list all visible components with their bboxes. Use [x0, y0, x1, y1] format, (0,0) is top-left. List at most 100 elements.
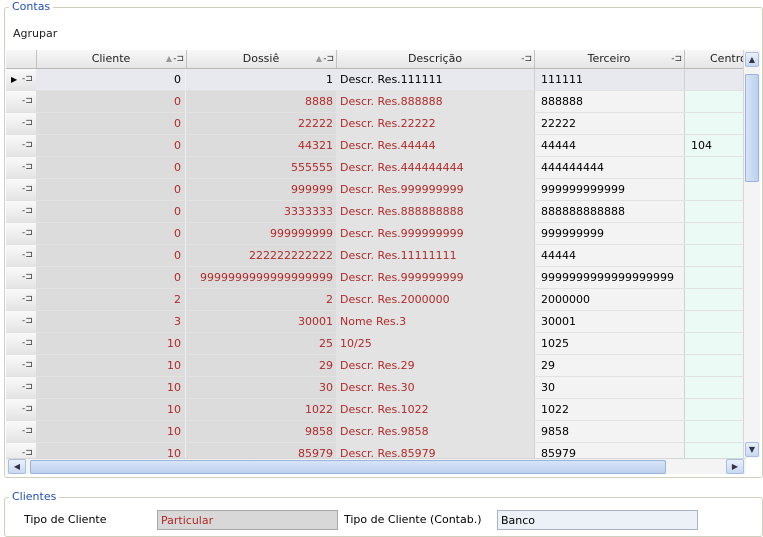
horizontal-scroll-thumb[interactable] — [30, 460, 666, 474]
table-row[interactable]: -⊐ 0 22222 Descr. Res.22222 22222 — [6, 113, 746, 135]
row-pin-icon[interactable]: -⊐ — [22, 355, 33, 376]
cell-centro[interactable] — [684, 69, 746, 90]
cell-centro[interactable] — [684, 311, 746, 332]
tipo-cliente-field[interactable]: Particular — [157, 510, 338, 530]
cell-terceiro[interactable]: 30001 — [534, 311, 684, 332]
table-row[interactable]: -⊐ 0 8888 Descr. Res.888888 888888 — [6, 91, 746, 113]
scroll-left-button[interactable]: ◀ — [8, 459, 26, 474]
horizontal-scrollbar[interactable]: ◀ ▶ — [6, 458, 746, 474]
row-selector[interactable]: -⊐ — [6, 421, 37, 442]
pin-icon[interactable]: -⊐ — [323, 50, 334, 68]
cell-cliente[interactable]: 10 — [36, 355, 186, 376]
row-pin-icon[interactable]: -⊐ — [22, 223, 33, 244]
column-header-terceiro[interactable]: Terceiro -⊐ — [534, 50, 685, 68]
cell-cliente[interactable]: 0 — [36, 113, 186, 134]
cell-terceiro[interactable]: 44444 — [534, 245, 684, 266]
cell-dossie[interactable]: 3333333 — [186, 201, 336, 222]
row-pin-icon[interactable]: -⊐ — [22, 377, 33, 398]
row-selector[interactable]: -⊐ — [6, 157, 37, 178]
row-selector[interactable]: -⊐ — [6, 245, 37, 266]
row-selector[interactable]: -⊐ — [6, 289, 37, 310]
cell-terceiro[interactable]: 999999999999 — [534, 179, 684, 200]
cell-centro[interactable] — [684, 157, 746, 178]
row-pin-icon[interactable]: -⊐ — [22, 421, 33, 442]
cell-dossie[interactable]: 222222222222 — [186, 245, 336, 266]
vertical-scroll-thumb[interactable] — [745, 74, 759, 182]
table-row[interactable]: -⊐ 10 9858 Descr. Res.9858 9858 — [6, 421, 746, 443]
row-pin-icon[interactable]: -⊐ — [22, 179, 33, 200]
table-row[interactable]: -⊐ 2 2 Descr. Res.2000000 2000000 — [6, 289, 746, 311]
column-header-centro[interactable]: Centro — [684, 50, 747, 68]
cell-centro[interactable] — [684, 333, 746, 354]
cell-dossie[interactable]: 9999999999999999999 — [186, 267, 336, 288]
cell-dossie[interactable]: 999999 — [186, 179, 336, 200]
cell-dossie[interactable]: 1022 — [186, 399, 336, 420]
cell-centro[interactable] — [684, 91, 746, 112]
cell-terceiro[interactable]: 888888 — [534, 91, 684, 112]
cell-descricao[interactable]: Descr. Res.29 — [336, 355, 534, 376]
scroll-up-button[interactable]: ▲ — [745, 52, 759, 67]
cell-descricao[interactable]: Descr. Res.30 — [336, 377, 534, 398]
cell-centro[interactable] — [684, 399, 746, 420]
cell-terceiro[interactable]: 1025 — [534, 333, 684, 354]
row-selector[interactable]: -⊐ — [6, 135, 37, 156]
row-pin-icon[interactable]: -⊐ — [22, 157, 33, 178]
pin-icon[interactable]: -⊐ — [671, 50, 682, 68]
row-selector[interactable]: -⊐ — [6, 311, 37, 332]
cell-cliente[interactable]: 10 — [36, 333, 186, 354]
cell-centro[interactable] — [684, 113, 746, 134]
cell-cliente[interactable]: 0 — [36, 179, 186, 200]
cell-cliente[interactable]: 10 — [36, 399, 186, 420]
cell-centro[interactable] — [684, 355, 746, 376]
cell-centro[interactable] — [684, 223, 746, 244]
cell-descricao[interactable]: Descr. Res.888888 — [336, 91, 534, 112]
column-header-cliente[interactable]: Cliente ▲ -⊐ — [36, 50, 187, 68]
cell-centro[interactable] — [684, 289, 746, 310]
table-row[interactable]: -⊐ 10 1022 Descr. Res.1022 1022 — [6, 399, 746, 421]
row-pin-icon[interactable]: -⊐ — [22, 113, 33, 134]
cell-cliente[interactable]: 0 — [36, 201, 186, 222]
cell-dossie[interactable]: 1 — [186, 69, 336, 90]
cell-dossie[interactable]: 999999999 — [186, 223, 336, 244]
cell-dossie[interactable]: 8888 — [186, 91, 336, 112]
table-row[interactable]: -⊐ 0 999999999 Descr. Res.999999999 99999999… — [6, 223, 746, 245]
cell-descricao[interactable]: Descr. Res.2000000 — [336, 289, 534, 310]
cell-terceiro[interactable]: 999999999 — [534, 223, 684, 244]
cell-terceiro[interactable]: 29 — [534, 355, 684, 376]
cell-centro[interactable]: 104 — [684, 135, 746, 156]
cell-centro[interactable] — [684, 421, 746, 442]
cell-centro[interactable] — [684, 377, 746, 398]
table-row[interactable]: -⊐ 10 29 Descr. Res.29 29 — [6, 355, 746, 377]
row-pin-icon[interactable]: -⊐ — [22, 289, 33, 310]
cell-descricao[interactable]: Descr. Res.999999999 — [336, 223, 534, 244]
cell-cliente[interactable]: 0 — [36, 267, 186, 288]
cell-centro[interactable] — [684, 179, 746, 200]
cell-dossie[interactable]: 22222 — [186, 113, 336, 134]
cell-cliente[interactable]: 10 — [36, 377, 186, 398]
row-pin-icon[interactable]: -⊐ — [22, 245, 33, 266]
row-pin-icon[interactable]: -⊐ — [22, 311, 33, 332]
pin-icon[interactable]: -⊐ — [173, 50, 184, 68]
cell-terceiro[interactable]: 9858 — [534, 421, 684, 442]
scroll-down-button[interactable]: ▼ — [745, 442, 759, 457]
cell-dossie[interactable]: 2 — [186, 289, 336, 310]
cell-cliente[interactable]: 2 — [36, 289, 186, 310]
cell-terceiro[interactable]: 111111 — [534, 69, 684, 90]
cell-cliente[interactable]: 3 — [36, 311, 186, 332]
cell-cliente[interactable]: 10 — [36, 421, 186, 442]
agrupar-area[interactable]: Agrupar — [13, 27, 57, 40]
row-selector[interactable]: -⊐ — [6, 267, 37, 288]
cell-dossie[interactable]: 30 — [186, 377, 336, 398]
table-row[interactable]: -⊐ 0 44321 Descr. Res.44444 44444 104 — [6, 135, 746, 157]
cell-descricao[interactable]: Descr. Res.9858 — [336, 421, 534, 442]
cell-cliente[interactable]: 0 — [36, 245, 186, 266]
row-selector[interactable]: -⊐ — [6, 355, 37, 376]
cell-cliente[interactable]: 0 — [36, 157, 186, 178]
cell-terceiro[interactable]: 9999999999999999999 — [534, 267, 684, 288]
column-header-descricao[interactable]: Descrição -⊐ — [336, 50, 535, 68]
row-pin-icon[interactable]: -⊐ — [22, 399, 33, 420]
cell-terceiro[interactable]: 30 — [534, 377, 684, 398]
row-selector[interactable]: ▶ -⊐ — [6, 69, 37, 90]
cell-terceiro[interactable]: 44444 — [534, 135, 684, 156]
row-selector[interactable]: -⊐ — [6, 333, 37, 354]
